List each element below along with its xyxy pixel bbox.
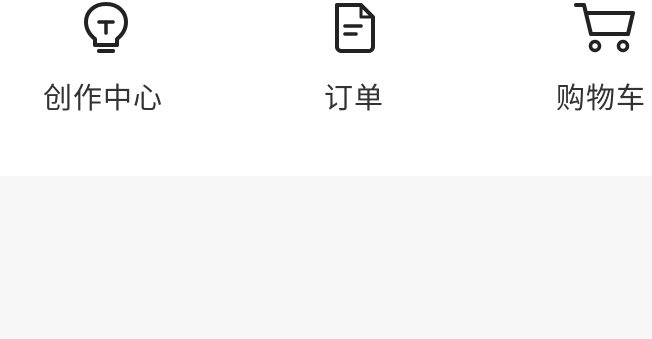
nav-item-label: 创作中心: [43, 81, 164, 115]
lightbulb-icon: [84, 2, 128, 53]
document-icon: [335, 3, 375, 53]
nav-item-orders[interactable]: 订单: [280, 0, 420, 130]
shortcut-panel: 创作中心 订单 购物车: [0, 0, 652, 176]
nav-item-label: 购物车: [556, 81, 647, 115]
nav-item-creation-center[interactable]: 创作中心: [0, 0, 200, 130]
content-area: [0, 176, 652, 339]
nav-item-shopping-cart[interactable]: 购物车: [540, 0, 652, 130]
nav-item-label: 订单: [324, 81, 385, 115]
cart-icon: [574, 3, 635, 53]
